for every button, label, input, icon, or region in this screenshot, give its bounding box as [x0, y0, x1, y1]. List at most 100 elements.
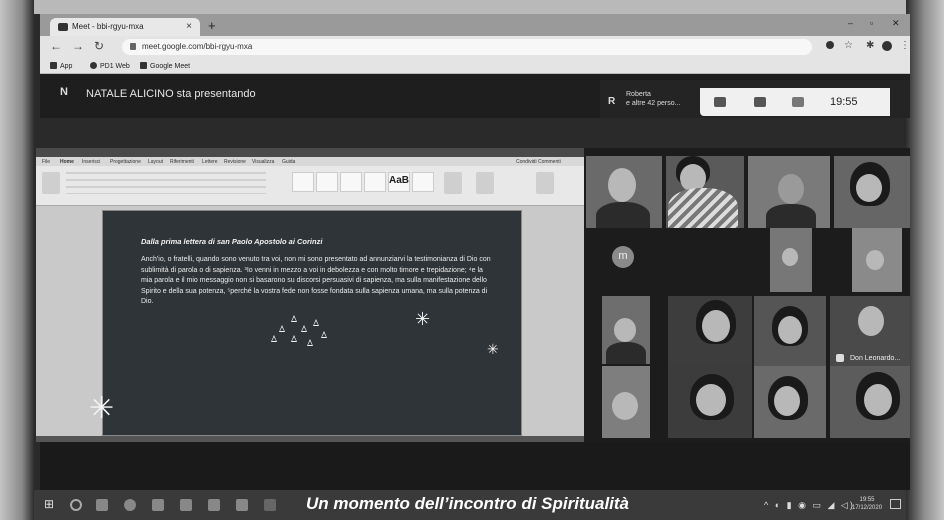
address-bar: ← → ↻ meet.google.com/bbi-rgyu-mxa ☆ ✱ ⋮	[40, 36, 910, 58]
participant-face	[614, 318, 636, 342]
dictate-icon[interactable]	[476, 172, 494, 194]
url-text: meet.google.com/bbi-rgyu-mxa	[142, 42, 253, 51]
video-tile[interactable]	[770, 228, 812, 292]
reading-heading: Dalla prima lettera di san Paolo Apostol…	[141, 237, 323, 246]
browser-tab[interactable]: Meet - bbi-rgyu-mxa ×	[50, 18, 200, 36]
tab-layout[interactable]: Layout	[148, 159, 163, 165]
video-tile[interactable]	[666, 156, 744, 228]
presenter-avatar: N	[60, 86, 68, 98]
tab-mailings[interactable]: Lettere	[202, 159, 218, 165]
reload-icon[interactable]: ↻	[94, 39, 104, 53]
participant-face	[856, 174, 882, 202]
profile-avatar[interactable]	[882, 41, 892, 51]
participant-face	[866, 250, 884, 270]
tab-design[interactable]: Progettazione	[110, 159, 141, 165]
app-icon[interactable]	[180, 499, 192, 511]
tab-insert[interactable]: Inserisci	[82, 159, 100, 165]
back-icon[interactable]: ←	[50, 39, 62, 53]
comments-label[interactable]: Condividi Commenti	[516, 159, 561, 165]
participant-avatar[interactable]: m	[612, 246, 634, 268]
word-title-bar	[36, 148, 584, 157]
participant-face	[858, 306, 884, 336]
video-grid: m Don Leonardo...	[584, 148, 910, 442]
participant-face	[778, 316, 802, 344]
video-tile[interactable]	[748, 156, 830, 228]
video-tile[interactable]	[602, 366, 650, 438]
tab-home[interactable]: Home	[60, 159, 74, 165]
system-tray-icons[interactable]: ^ ◐ ▮ ◉ ▭ ◢ ◁)	[764, 500, 855, 511]
editor-icon[interactable]	[536, 172, 554, 194]
tab-review[interactable]: Revisione	[224, 159, 246, 165]
participant-body	[766, 204, 816, 228]
bookmark-pd1[interactable]: PD1 Web	[90, 62, 130, 70]
tab-view[interactable]: Visualizza	[252, 159, 274, 165]
style-title[interactable]: AaB	[388, 172, 410, 192]
participant-body	[596, 202, 650, 228]
maximize-icon[interactable]: ▫	[870, 18, 873, 28]
app-icon[interactable]	[208, 499, 220, 511]
menu-icon[interactable]: ⋮	[900, 40, 910, 51]
search-icon[interactable]	[70, 499, 82, 511]
participant-names[interactable]: Roberta e altre 42 perso...	[626, 90, 680, 108]
url-input[interactable]: meet.google.com/bbi-rgyu-mxa	[122, 39, 812, 55]
mic-icon	[836, 354, 844, 362]
meet-icon	[140, 62, 147, 69]
minimize-icon[interactable]: –	[848, 18, 853, 28]
candles-decoration	[271, 315, 331, 349]
video-tile[interactable]	[852, 228, 902, 292]
video-tile[interactable]	[754, 296, 826, 366]
participant-body	[668, 188, 738, 228]
bookmark-meet[interactable]: Google Meet	[140, 62, 190, 70]
style-heading2[interactable]	[364, 172, 386, 192]
participant-face	[608, 168, 636, 202]
task-view-icon[interactable]	[96, 499, 108, 511]
video-tile[interactable]: Don Leonardo...	[830, 296, 910, 366]
camera-icon[interactable]	[826, 41, 834, 49]
video-tile[interactable]	[834, 156, 910, 228]
video-tile[interactable]	[668, 366, 752, 438]
meeting-clock: 19:55	[830, 96, 858, 108]
star-icon[interactable]: ☆	[844, 40, 853, 51]
find-icon[interactable]	[444, 172, 462, 194]
app-icon[interactable]	[236, 499, 248, 511]
file-explorer-icon[interactable]	[152, 499, 164, 511]
video-tile[interactable]	[668, 296, 752, 366]
paste-icon[interactable]	[42, 172, 60, 194]
taskbar-clock[interactable]: 19:55 17/12/2020	[852, 496, 882, 512]
video-tile[interactable]	[586, 156, 662, 228]
bookmark-apps[interactable]: App	[50, 62, 72, 70]
tile-label: Don Leonardo...	[850, 355, 901, 362]
video-tile[interactable]	[754, 366, 826, 438]
participant-face	[782, 248, 798, 266]
window-close-icon[interactable]: ✕	[892, 18, 900, 29]
video-tile[interactable]	[602, 296, 650, 364]
forward-icon[interactable]: →	[72, 39, 84, 53]
style-subtitle[interactable]	[412, 172, 434, 192]
tab-help[interactable]: Guida	[282, 159, 295, 165]
new-tab-icon[interactable]: +	[208, 18, 216, 33]
extensions-icon[interactable]: ✱	[866, 40, 874, 51]
windows-start-icon[interactable]: ⊞	[44, 497, 56, 511]
chrome-icon[interactable]	[124, 499, 136, 511]
people-icon[interactable]	[714, 97, 726, 107]
participant-face	[696, 384, 726, 416]
star-decoration: ✳	[415, 309, 431, 329]
style-heading1[interactable]	[340, 172, 362, 192]
document-area: Dalla prima lettera di san Paolo Apostol…	[36, 206, 584, 436]
shared-word-window: File Home Inserisci Progettazione Layout…	[36, 148, 584, 442]
tab-file[interactable]: File	[42, 159, 50, 165]
tab-references[interactable]: Riferimenti	[170, 159, 194, 165]
activities-icon[interactable]	[792, 97, 804, 107]
chat-icon[interactable]	[754, 97, 766, 107]
notification-icon[interactable]	[890, 499, 901, 509]
close-icon[interactable]: ×	[186, 21, 192, 32]
participant-face	[612, 392, 638, 420]
video-tile[interactable]	[830, 366, 910, 438]
triangle-decoration	[291, 335, 297, 342]
triangle-decoration	[279, 325, 285, 332]
style-no-spacing[interactable]	[316, 172, 338, 192]
font-paragraph-controls[interactable]	[66, 172, 266, 194]
style-normal[interactable]	[292, 172, 314, 192]
app-icon[interactable]	[264, 499, 276, 511]
participant-face	[778, 174, 804, 204]
